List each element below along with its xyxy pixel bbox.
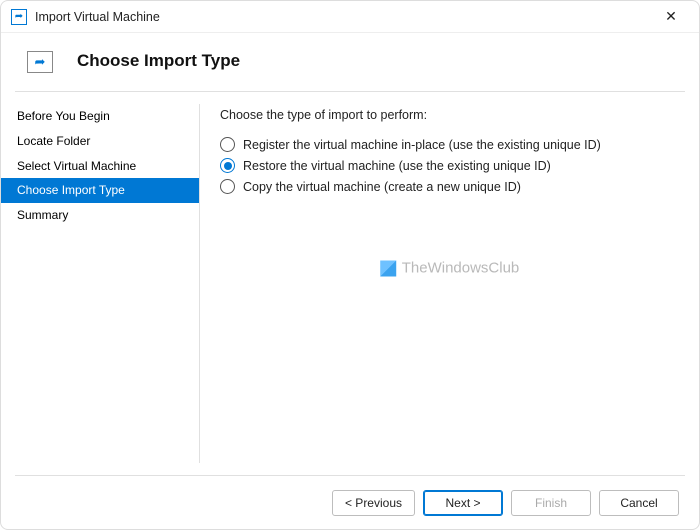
radio-label: Register the virtual machine in-place (u…	[243, 138, 601, 152]
sidebar-item-before-you-begin[interactable]: Before You Begin	[1, 104, 199, 129]
watermark-text: TheWindowsClub	[402, 260, 520, 277]
close-button[interactable]: ✕	[651, 3, 691, 31]
instruction-text: Choose the type of import to perform:	[220, 108, 679, 122]
main-panel: Choose the type of import to perform: Re…	[200, 92, 699, 475]
previous-button[interactable]: < Previous	[332, 490, 415, 516]
page-title: Choose Import Type	[77, 51, 240, 71]
wizard-header: ➦ Choose Import Type	[1, 33, 699, 91]
sidebar-item-choose-import-type[interactable]: Choose Import Type	[1, 178, 199, 203]
watermark-icon	[380, 260, 396, 276]
radio-icon	[220, 137, 235, 152]
radio-register-in-place[interactable]: Register the virtual machine in-place (u…	[220, 134, 679, 155]
watermark: TheWindowsClub	[380, 260, 520, 277]
radio-icon	[220, 179, 235, 194]
wizard-footer: < Previous Next > Finish Cancel	[15, 475, 685, 529]
radio-copy[interactable]: Copy the virtual machine (create a new u…	[220, 176, 679, 197]
finish-button: Finish	[511, 490, 591, 516]
next-button[interactable]: Next >	[423, 490, 503, 516]
cancel-button[interactable]: Cancel	[599, 490, 679, 516]
sidebar-item-select-vm[interactable]: Select Virtual Machine	[1, 154, 199, 179]
radio-label: Copy the virtual machine (create a new u…	[243, 180, 521, 194]
titlebar: ➦ Import Virtual Machine ✕	[1, 1, 699, 33]
wizard-steps-sidebar: Before You Begin Locate Folder Select Vi…	[1, 92, 199, 475]
radio-restore[interactable]: Restore the virtual machine (use the exi…	[220, 155, 679, 176]
sidebar-item-locate-folder[interactable]: Locate Folder	[1, 129, 199, 154]
import-vm-icon: ➦	[11, 9, 27, 25]
import-type-icon: ➦	[27, 51, 53, 73]
radio-icon	[220, 158, 235, 173]
radio-label: Restore the virtual machine (use the exi…	[243, 159, 551, 173]
content-area: Before You Begin Locate Folder Select Vi…	[1, 92, 699, 475]
window-title: Import Virtual Machine	[35, 10, 651, 24]
sidebar-item-summary[interactable]: Summary	[1, 203, 199, 228]
